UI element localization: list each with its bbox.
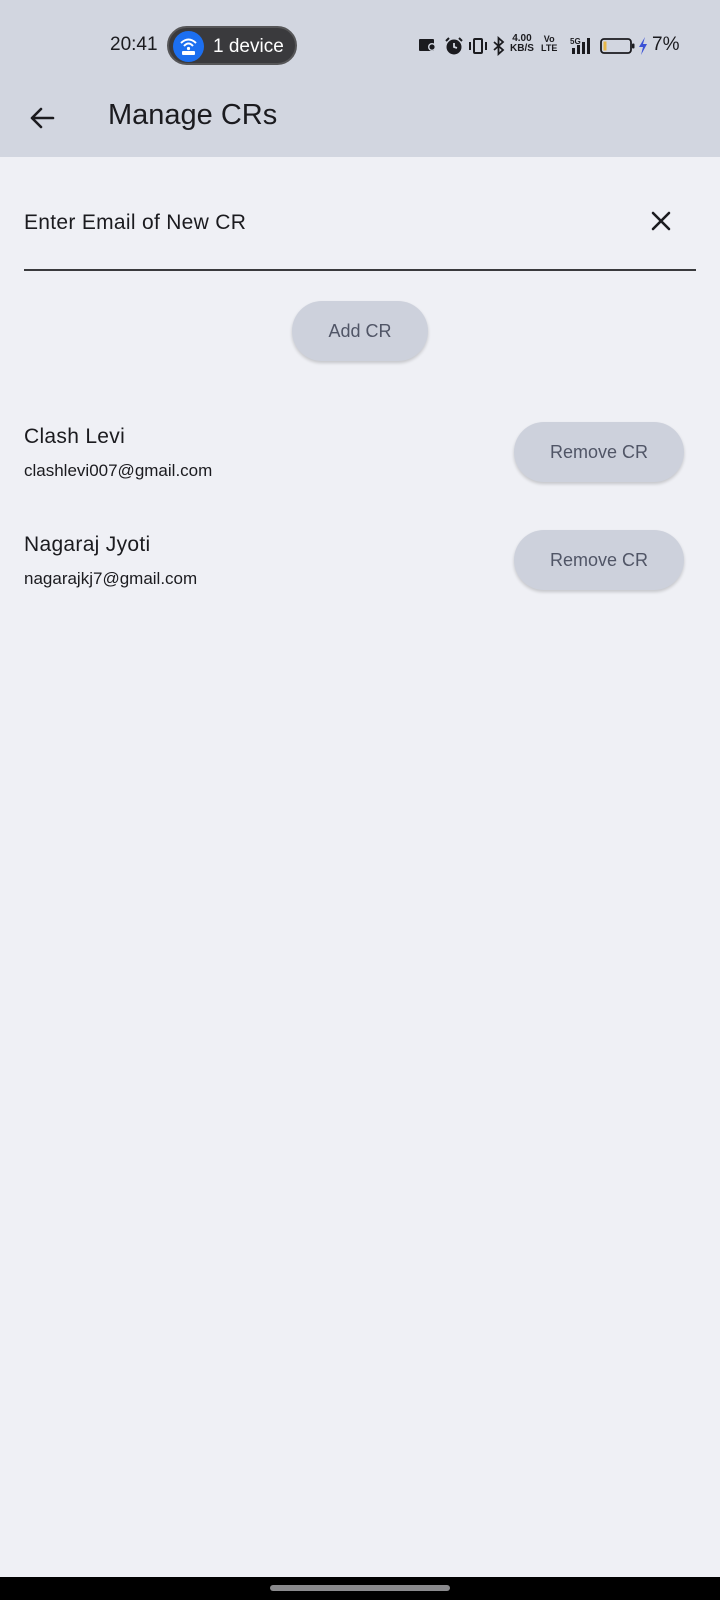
- page-title: Manage CRs: [108, 99, 278, 131]
- home-gesture-handle[interactable]: [270, 1585, 450, 1591]
- email-input[interactable]: [24, 208, 604, 238]
- back-button[interactable]: [22, 98, 62, 138]
- battery-icon: [600, 38, 635, 54]
- vibrate-icon: [469, 38, 487, 54]
- new-cr-email-field: [24, 196, 696, 271]
- hotspot-chip[interactable]: 1 device: [167, 26, 297, 65]
- hotspot-icon: [173, 31, 204, 62]
- app-bar: Manage CRs: [0, 92, 720, 157]
- cr-name: Clash Levi: [24, 425, 126, 448]
- status-icons: 4.00 KB/S Vo LTE 5G 7%: [418, 33, 680, 56]
- status-bar: 20:41 1 device 4.00 KB/S Vo LTE 5G 7%: [0, 0, 720, 92]
- status-time: 20:41: [110, 34, 158, 55]
- alarm-icon: [445, 37, 463, 55]
- system-nav-bar: [0, 1577, 720, 1600]
- add-cr-button[interactable]: Add CR: [292, 301, 428, 361]
- remove-cr-button[interactable]: Remove CR: [514, 422, 684, 482]
- battery-percent: 7%: [652, 34, 680, 55]
- network-speed: 4.00 KB/S: [510, 33, 534, 54]
- signal-5g-icon: 5G: [570, 37, 590, 54]
- cr-name: Nagaraj Jyoti: [24, 533, 151, 556]
- hotspot-label: 1 device: [213, 36, 284, 57]
- clear-button[interactable]: [644, 204, 678, 238]
- remove-cr-button[interactable]: Remove CR: [514, 530, 684, 590]
- cr-email: clashlevi007@gmail.com: [24, 461, 213, 480]
- arrow-left-icon: [30, 107, 55, 129]
- volte-indicator: Vo LTE: [541, 34, 558, 53]
- screen-record-icon: [419, 39, 436, 51]
- bluetooth-icon: [493, 36, 505, 56]
- charging-icon: [639, 37, 647, 55]
- cr-email: nagarajkj7@gmail.com: [24, 569, 198, 588]
- close-icon: [651, 211, 671, 231]
- svg-text:5G: 5G: [570, 37, 581, 46]
